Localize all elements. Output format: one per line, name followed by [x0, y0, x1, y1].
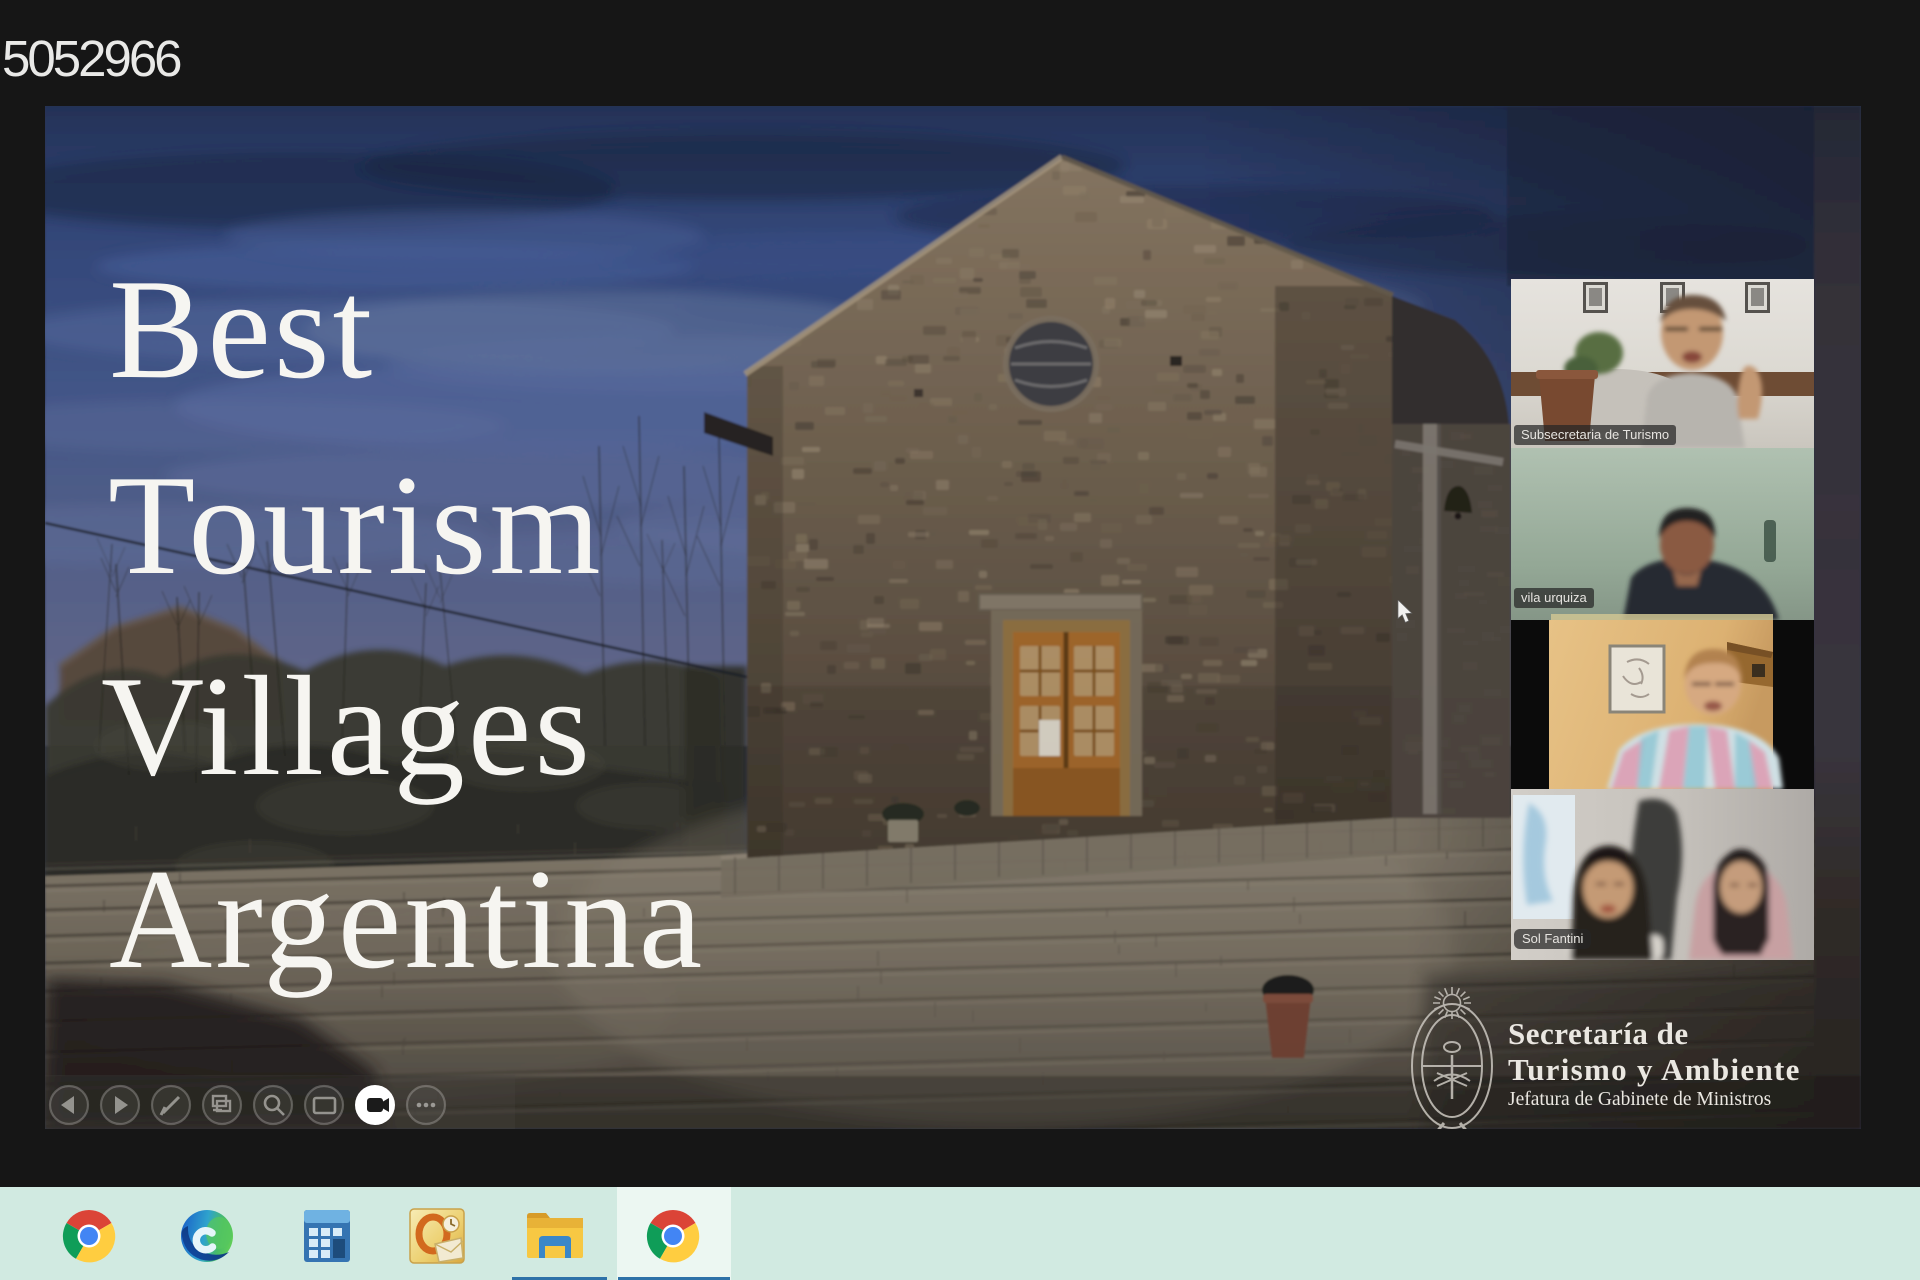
svg-text:Villages: Villages [101, 647, 593, 805]
svg-text:Argentina: Argentina [109, 840, 705, 998]
svg-text:Tourism: Tourism [108, 446, 604, 604]
svg-text:Best: Best [109, 250, 375, 408]
